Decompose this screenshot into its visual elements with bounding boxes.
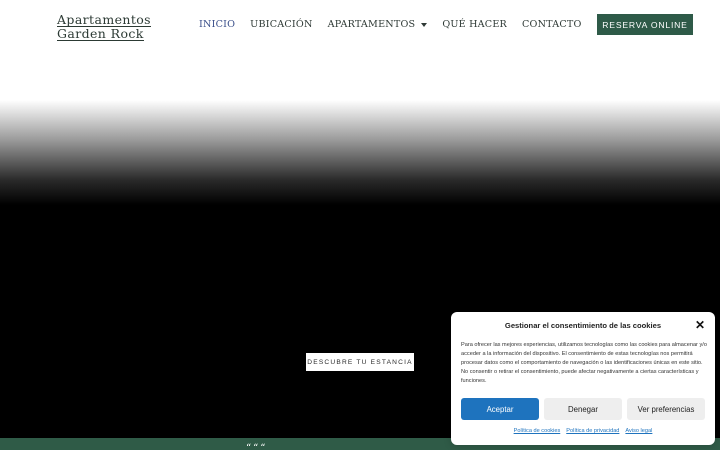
legal-notice-link[interactable]: Aviso legal bbox=[625, 428, 652, 434]
reserve-online-button[interactable]: RESERVA ONLINE bbox=[597, 14, 693, 35]
chevron-down-icon bbox=[421, 22, 428, 27]
nav-item-ubicacion[interactable]: UBICACIÓN bbox=[250, 19, 312, 30]
cookie-links: Política de cookies Política de privacid… bbox=[451, 428, 715, 434]
nav-item-contacto[interactable]: CONTACTO bbox=[522, 19, 582, 30]
cookie-dialog-body: Para ofrecer las mejores experiencias, u… bbox=[461, 342, 707, 385]
nav-label: CONTACTO bbox=[521, 19, 582, 30]
nav-item-que-hacer[interactable]: QUÉ HACER bbox=[442, 19, 507, 30]
privacy-policy-link[interactable]: Política de privacidad bbox=[566, 428, 619, 434]
nav-label: APARTAMENTOS bbox=[327, 19, 416, 30]
nav-label: UBICACIÓN bbox=[250, 19, 313, 30]
logo-line-2: Garden Rock bbox=[57, 26, 144, 41]
deny-button[interactable]: Denegar bbox=[544, 398, 622, 420]
discover-stay-button[interactable]: DESCUBRE TU ESTANCIA bbox=[306, 353, 414, 371]
cookie-consent-dialog: Gestionar el consentimiento de las cooki… bbox=[451, 312, 715, 445]
accept-button[interactable]: Aceptar bbox=[461, 398, 539, 420]
cookie-policy-link[interactable]: Política de cookies bbox=[514, 428, 561, 434]
nav-label: QUÉ HACER bbox=[442, 19, 507, 30]
nav-item-apartamentos[interactable]: APARTAMENTOS bbox=[328, 19, 428, 30]
cookie-dialog-title: Gestionar el consentimiento de las cooki… bbox=[504, 321, 662, 330]
nav-item-inicio[interactable]: INICIO bbox=[199, 19, 235, 30]
quote-mark-icon: “““ bbox=[246, 443, 268, 450]
close-icon[interactable]: ✕ bbox=[694, 319, 706, 331]
main-nav: INICIO UBICACIÓN APARTAMENTOS QUÉ HACER … bbox=[199, 19, 597, 30]
logo-line-1: Apartamentos bbox=[57, 12, 151, 27]
view-preferences-button[interactable]: Ver preferencias bbox=[627, 398, 705, 420]
nav-label: INICIO bbox=[199, 19, 236, 30]
site-logo[interactable]: Apartamentos Garden Rock bbox=[57, 13, 151, 41]
site-header: Apartamentos Garden Rock INICIO UBICACIÓ… bbox=[0, 0, 720, 100]
